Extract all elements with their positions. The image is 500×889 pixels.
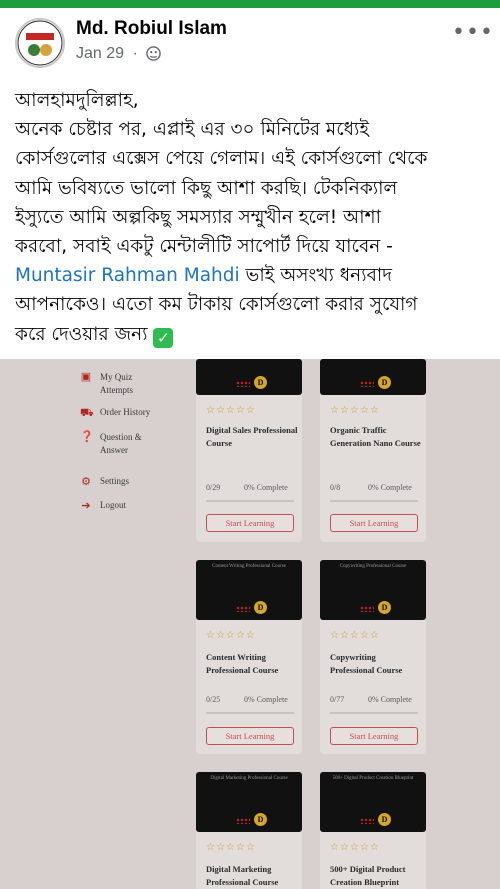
sidebar-item-label: Logout [100, 500, 126, 510]
start-learning-button[interactable]: Start Learning [330, 727, 418, 745]
author-name[interactable]: Md. Robiul Islam [76, 18, 227, 40]
course-thumbnail: Content Writing Professional Course D [196, 560, 302, 620]
rating-stars: ☆☆☆☆☆ [206, 842, 256, 853]
course-card[interactable]: D ☆☆☆☆☆ Digital Sales Professional Cours… [196, 359, 302, 542]
rating-stars: ☆☆☆☆☆ [206, 405, 256, 416]
sidebar-item-label: Order History [100, 407, 151, 417]
thumbnail-caption: 500+ Digital Product Creation Blueprint [332, 776, 414, 781]
course-title[interactable]: 500+ Digital Product Creation Blueprint [330, 863, 422, 889]
post-text: আলহামদুলিল্লাহ, অনেক চেষ্টার পর, এপ্লাই … [15, 86, 490, 349]
percent-complete: 0% Complete [244, 483, 288, 492]
friends-icon[interactable] [146, 46, 162, 66]
rating-stars: ☆☆☆☆☆ [330, 630, 380, 641]
percent-complete: 0% Complete [368, 695, 412, 704]
mention-suffix: ভাই অসংখ্য ধন্যবাদ [239, 265, 392, 287]
more-options-icon[interactable]: ••• [452, 20, 494, 45]
sidebar-item-qa[interactable]: ❓ Question & Answer [80, 431, 150, 457]
thumbnail-caption: Content Writing Professional Course [212, 564, 286, 569]
meta-separator: · [132, 45, 138, 62]
check-mark-icon: ✓ [153, 327, 174, 348]
start-learning-button[interactable]: Start Learning [330, 514, 418, 532]
question-answer-icon: ❓ [80, 431, 94, 443]
course-card[interactable]: D ☆☆☆☆☆ Organic Traffic Generation Nano … [320, 359, 426, 542]
progress-bar [206, 712, 294, 714]
sparkle-icon [360, 381, 374, 387]
sidebar-item-orders[interactable]: ⛟ Order History [80, 407, 150, 419]
course-thumbnail: Digital Marketing Professional Course D [196, 772, 302, 832]
rating-stars: ☆☆☆☆☆ [330, 842, 380, 853]
post-meta: Jan 29 · [76, 45, 162, 66]
course-card[interactable]: Digital Marketing Professional Course D … [196, 772, 302, 889]
course-thumbnail: Copywriting Professional Course D [320, 560, 426, 620]
lesson-count: 0/77 [330, 695, 345, 704]
course-card[interactable]: Copywriting Professional Course D ☆☆☆☆☆ … [320, 560, 426, 754]
course-thumbnail: D [196, 359, 302, 395]
start-learning-button[interactable]: Start Learning [206, 727, 294, 745]
progress-bar [330, 712, 418, 714]
percent-complete: 0% Complete [244, 695, 288, 704]
top-accent-bar [0, 0, 500, 8]
course-title[interactable]: Digital Marketing Professional Course [206, 863, 298, 889]
logo-icon: D [254, 813, 267, 826]
post-line: করবো, সবাই একটু মেন্টালীটি সাপোর্ট দিয়ে… [15, 236, 393, 258]
post-line: কোর্সগুলোর এক্সেস পেয়ে গেলাম। এই কোর্সগ… [15, 148, 428, 170]
post-line: আমি ভবিষ্যতে ভালো কিছু আশা করছি। টেকনিক্… [15, 177, 398, 199]
progress-bar [330, 500, 418, 502]
post-line: আপনাকেও। এতো কম টাকায় কোর্সগুলো করার সু… [15, 294, 418, 316]
percent-complete: 0% Complete [368, 483, 412, 492]
course-thumbnail: D [320, 359, 426, 395]
progress-bar [206, 500, 294, 502]
post-line: অনেক চেষ্টার পর, এপ্লাই এর ৩০ মিনিটের মধ… [15, 119, 369, 141]
attached-screenshot[interactable]: ▣ My Quiz Attempts ⛟ Order History ❓ Que… [0, 359, 500, 889]
course-title[interactable]: Copywriting Professional Course [330, 651, 422, 677]
rating-stars: ☆☆☆☆☆ [206, 630, 256, 641]
logo-icon: D [378, 813, 391, 826]
logo-icon: D [378, 601, 391, 614]
logo-icon: D [254, 601, 267, 614]
course-title[interactable]: Organic Traffic Generation Nano Course [330, 424, 422, 450]
course-card[interactable]: Content Writing Professional Course D ☆☆… [196, 560, 302, 754]
post-date[interactable]: Jan 29 [76, 45, 124, 62]
thumbnail-caption: Copywriting Professional Course [339, 564, 407, 569]
progress-text: 0/25 0% Complete [206, 695, 298, 704]
post-line-end: করে দেওয়ার জন্য [15, 323, 154, 345]
post-line: Muntasir Rahman Mahdi ভাই অসংখ্য ধন্যবাদ [15, 261, 490, 290]
thumbnail-caption: Digital Marketing Professional Course [210, 776, 288, 781]
lesson-count: 0/8 [330, 483, 341, 492]
course-title[interactable]: Digital Sales Professional Course [206, 424, 298, 450]
post-line: ইস্যুতে আমি অল্পকিছু সমস্যার সম্মুখীন হল… [15, 206, 381, 228]
progress-text: 0/8 0% Complete [330, 483, 422, 492]
course-title[interactable]: Content Writing Professional Course [206, 651, 298, 677]
post-line: আলহামদুলিল্লাহ, [15, 90, 139, 111]
post-line: করে দেওয়ার জন্য ✓ [15, 320, 490, 349]
sparkle-icon [236, 381, 250, 387]
post-header: Md. Robiul Islam Jan 29 · ••• [0, 8, 500, 82]
sidebar-item-logout[interactable]: ➔ Logout [80, 500, 126, 512]
rating-stars: ☆☆☆☆☆ [330, 405, 380, 416]
logo-icon: D [378, 376, 391, 389]
lesson-count: 0/25 [206, 695, 221, 704]
logout-icon: ➔ [81, 500, 91, 512]
avatar[interactable] [15, 18, 65, 68]
sparkle-icon [236, 818, 250, 824]
progress-text: 0/29 0% Complete [206, 483, 298, 492]
sparkle-icon [360, 818, 374, 824]
course-thumbnail: 500+ Digital Product Creation Blueprint … [320, 772, 426, 832]
logo-icon: D [254, 376, 267, 389]
course-card[interactable]: 500+ Digital Product Creation Blueprint … [320, 772, 426, 889]
mention-link[interactable]: Muntasir Rahman Mahdi [15, 265, 240, 286]
start-learning-button[interactable]: Start Learning [206, 514, 294, 532]
gear-icon: ⚙ [81, 476, 91, 488]
quiz-icon: ▣ [80, 371, 92, 383]
progress-text: 0/77 0% Complete [330, 695, 422, 704]
sidebar-item-quiz[interactable]: ▣ My Quiz Attempts [80, 371, 140, 397]
sparkle-icon [360, 606, 374, 612]
sidebar-item-label: Question & Answer [100, 432, 142, 455]
sidebar-item-settings[interactable]: ⚙ Settings [80, 476, 129, 488]
sidebar-item-label: Settings [100, 476, 130, 486]
cart-icon: ⛟ [80, 407, 94, 419]
sidebar-item-label: My Quiz Attempts [100, 372, 133, 395]
lesson-count: 0/29 [206, 483, 221, 492]
sparkle-icon [236, 606, 250, 612]
